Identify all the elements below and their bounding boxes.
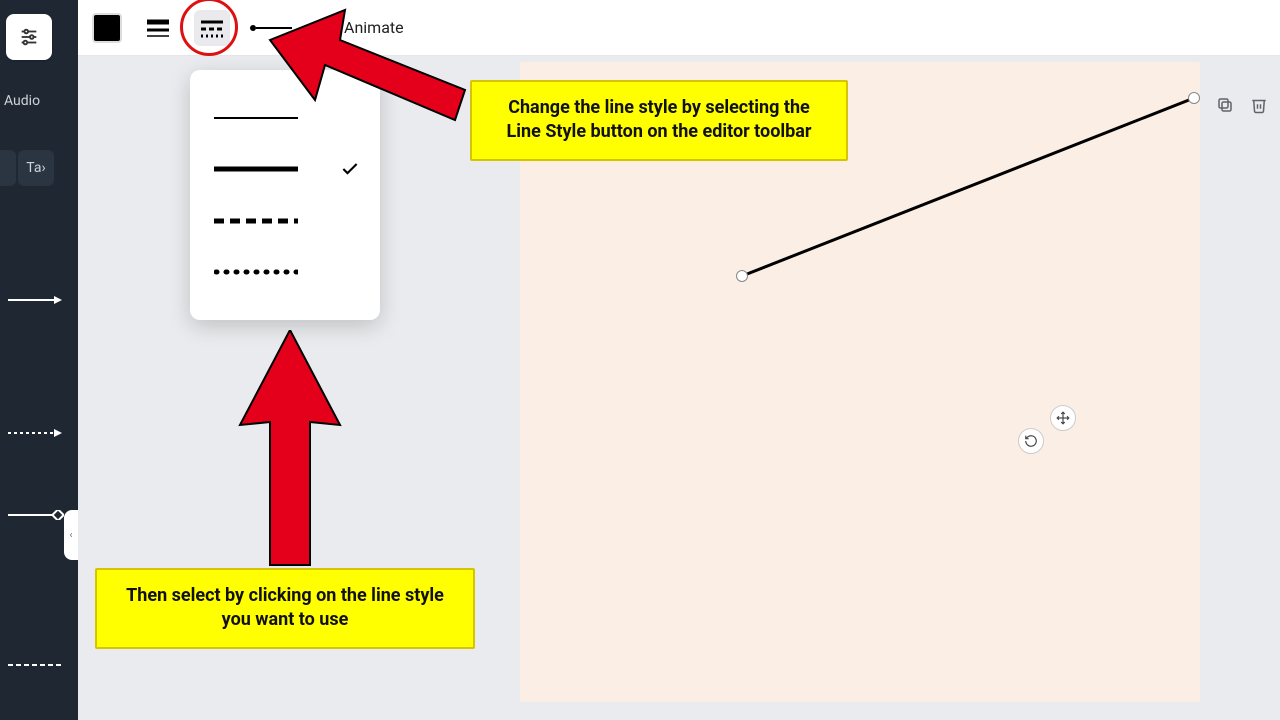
- line-style-option-dashed[interactable]: [190, 199, 380, 243]
- line-style-option-solid[interactable]: [190, 147, 380, 191]
- line-handle-start[interactable]: [736, 270, 748, 282]
- annotation-callout-bottom: Then select by clicking on the line styl…: [95, 568, 475, 649]
- annotation-callout-top: Change the line style by selecting the L…: [470, 80, 848, 161]
- rotate-icon: [1024, 434, 1038, 448]
- check-icon: [340, 159, 360, 179]
- line-style-option-dotted[interactable]: [190, 250, 380, 294]
- move-handle[interactable]: [1050, 405, 1076, 431]
- rotate-handle[interactable]: [1018, 428, 1044, 454]
- line-style-option-thin[interactable]: [190, 96, 380, 140]
- move-icon: [1056, 411, 1070, 425]
- line-style-dropdown: [190, 70, 380, 320]
- line-handle-end[interactable]: [1188, 92, 1200, 104]
